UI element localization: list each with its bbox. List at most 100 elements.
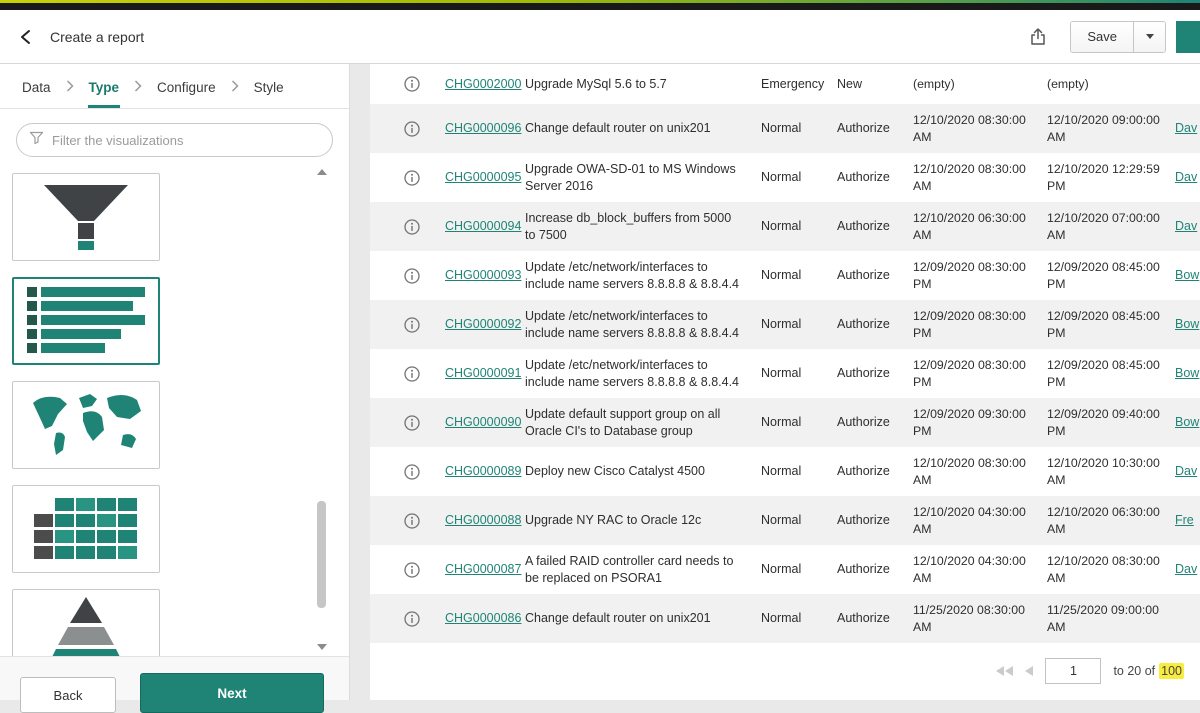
range-prefix: to 20 of: [1113, 664, 1155, 678]
number-cell: CHG0000087: [445, 561, 525, 578]
start-date: 12/10/2020 08:30:00 AM: [907, 112, 1041, 144]
priority: Normal: [755, 218, 831, 235]
viz-option-heatmap[interactable]: [12, 485, 160, 573]
change-number-link[interactable]: CHG0000087: [445, 562, 521, 576]
number-cell: CHG0000089: [445, 463, 525, 480]
assigned-to-link[interactable]: Dav: [1175, 120, 1200, 137]
info-icon[interactable]: [404, 76, 420, 92]
viz-option-bar-list[interactable]: [12, 277, 160, 365]
table-row[interactable]: CHG0000087 A failed RAID controller card…: [370, 545, 1200, 594]
change-number-link[interactable]: CHG0000096: [445, 121, 521, 135]
first-page-button[interactable]: [996, 666, 1013, 676]
number-cell: CHG0000091: [445, 365, 525, 382]
save-button[interactable]: Save: [1071, 22, 1133, 52]
info-cell: [370, 76, 445, 92]
table-row[interactable]: CHG0000089 Deploy new Cisco Catalyst 450…: [370, 447, 1200, 496]
info-icon[interactable]: [404, 464, 420, 480]
viz-scrollbar[interactable]: [317, 169, 327, 650]
change-number-link[interactable]: CHG0000089: [445, 464, 521, 478]
end-date: 12/09/2020 08:45:00 PM: [1041, 308, 1175, 340]
info-icon[interactable]: [404, 611, 420, 627]
scroll-down-arrow-icon[interactable]: [317, 644, 327, 650]
previous-page-button[interactable]: [1025, 666, 1033, 676]
info-icon[interactable]: [404, 121, 420, 137]
change-number-link[interactable]: CHG0000086: [445, 611, 521, 625]
filter-input[interactable]: [52, 133, 322, 148]
short-description: Update /etc/network/interfaces to includ…: [525, 357, 755, 390]
priority: Normal: [755, 463, 831, 480]
table-row[interactable]: CHG0000095 Upgrade OWA-SD-01 to MS Windo…: [370, 153, 1200, 202]
viz-option-funnel[interactable]: [12, 173, 160, 261]
visualization-list: [0, 161, 349, 656]
table-row[interactable]: CHG0000091 Update /etc/network/interface…: [370, 349, 1200, 398]
scrollbar-thumb[interactable]: [317, 501, 326, 608]
step-type[interactable]: Type: [89, 66, 120, 107]
assigned-to-link[interactable]: Fre: [1175, 512, 1200, 529]
change-number-link[interactable]: CHG0000093: [445, 268, 521, 282]
save-dropdown-button[interactable]: [1133, 22, 1165, 52]
back-step-button[interactable]: Back: [20, 677, 116, 713]
brand-accent-line: [0, 0, 1200, 3]
page-number-input[interactable]: [1045, 658, 1101, 684]
step-configure[interactable]: Configure: [157, 66, 216, 107]
number-cell: CHG0000088: [445, 512, 525, 529]
assigned-to-link[interactable]: Dav: [1175, 169, 1200, 186]
cut-off-side-panel[interactable]: [1176, 21, 1200, 53]
change-number-link[interactable]: CHG0000090: [445, 415, 521, 429]
table-row[interactable]: CHG0000092 Update /etc/network/interface…: [370, 300, 1200, 349]
number-cell: CHG0000094: [445, 218, 525, 235]
table-row[interactable]: CHG0000094 Increase db_block_buffers fro…: [370, 202, 1200, 251]
step-style[interactable]: Style: [254, 66, 284, 107]
table-row[interactable]: CHG0000088 Upgrade NY RAC to Oracle 12c …: [370, 496, 1200, 545]
info-icon[interactable]: [404, 317, 420, 333]
assigned-to-link[interactable]: Bow: [1175, 414, 1200, 431]
info-cell: [370, 121, 445, 137]
number-cell: CHG0000092: [445, 316, 525, 333]
table-row[interactable]: CHG0000086 Change default router on unix…: [370, 594, 1200, 643]
info-cell: [370, 562, 445, 578]
table-row[interactable]: CHG0000096 Change default router on unix…: [370, 104, 1200, 153]
next-step-button[interactable]: Next: [140, 673, 324, 713]
table-row[interactable]: CHG0000090 Update default support group …: [370, 398, 1200, 447]
priority: Normal: [755, 414, 831, 431]
scroll-up-arrow-icon[interactable]: [317, 169, 327, 175]
end-date: 12/10/2020 09:00:00 AM: [1041, 112, 1175, 144]
info-icon[interactable]: [404, 219, 420, 235]
assigned-to-link[interactable]: Dav: [1175, 218, 1200, 235]
change-number-link[interactable]: CHG0002000: [445, 77, 521, 91]
state: Authorize: [831, 365, 907, 382]
bar-list-chart-icon: [27, 285, 145, 357]
assigned-to-link[interactable]: Bow: [1175, 316, 1200, 333]
priority: Normal: [755, 267, 831, 284]
info-icon[interactable]: [404, 513, 420, 529]
viz-option-pyramid[interactable]: [12, 589, 160, 656]
short-description: Update /etc/network/interfaces to includ…: [525, 308, 755, 341]
caret-down-icon: [1146, 34, 1154, 39]
short-description: Upgrade OWA-SD-01 to MS Windows Server 2…: [525, 161, 755, 194]
assigned-to-link[interactable]: Bow: [1175, 365, 1200, 382]
viz-option-world-map[interactable]: [12, 381, 160, 469]
change-number-link[interactable]: CHG0000088: [445, 513, 521, 527]
change-number-link[interactable]: CHG0000091: [445, 366, 521, 380]
state: New: [831, 76, 907, 93]
step-data[interactable]: Data: [22, 66, 51, 107]
assigned-to-link[interactable]: Dav: [1175, 561, 1200, 578]
end-date: 12/09/2020 09:40:00 PM: [1041, 406, 1175, 438]
info-icon[interactable]: [404, 268, 420, 284]
info-icon[interactable]: [404, 170, 420, 186]
change-number-link[interactable]: CHG0000095: [445, 170, 521, 184]
short-description: Upgrade MySql 5.6 to 5.7: [525, 76, 755, 93]
assigned-to-link[interactable]: Dav: [1175, 463, 1200, 480]
info-icon[interactable]: [404, 415, 420, 431]
end-date: (empty): [1041, 76, 1175, 92]
back-button[interactable]: [16, 27, 36, 47]
info-icon[interactable]: [404, 562, 420, 578]
share-export-icon[interactable]: [1028, 27, 1048, 47]
change-number-link[interactable]: CHG0000092: [445, 317, 521, 331]
table-row[interactable]: CHG0000093 Update /etc/network/interface…: [370, 251, 1200, 300]
assigned-to-link[interactable]: Bow: [1175, 267, 1200, 284]
change-number-link[interactable]: CHG0000094: [445, 219, 521, 233]
table-row[interactable]: CHG0002000 Upgrade MySql 5.6 to 5.7 Emer…: [370, 64, 1200, 104]
priority: Normal: [755, 365, 831, 382]
info-icon[interactable]: [404, 366, 420, 382]
